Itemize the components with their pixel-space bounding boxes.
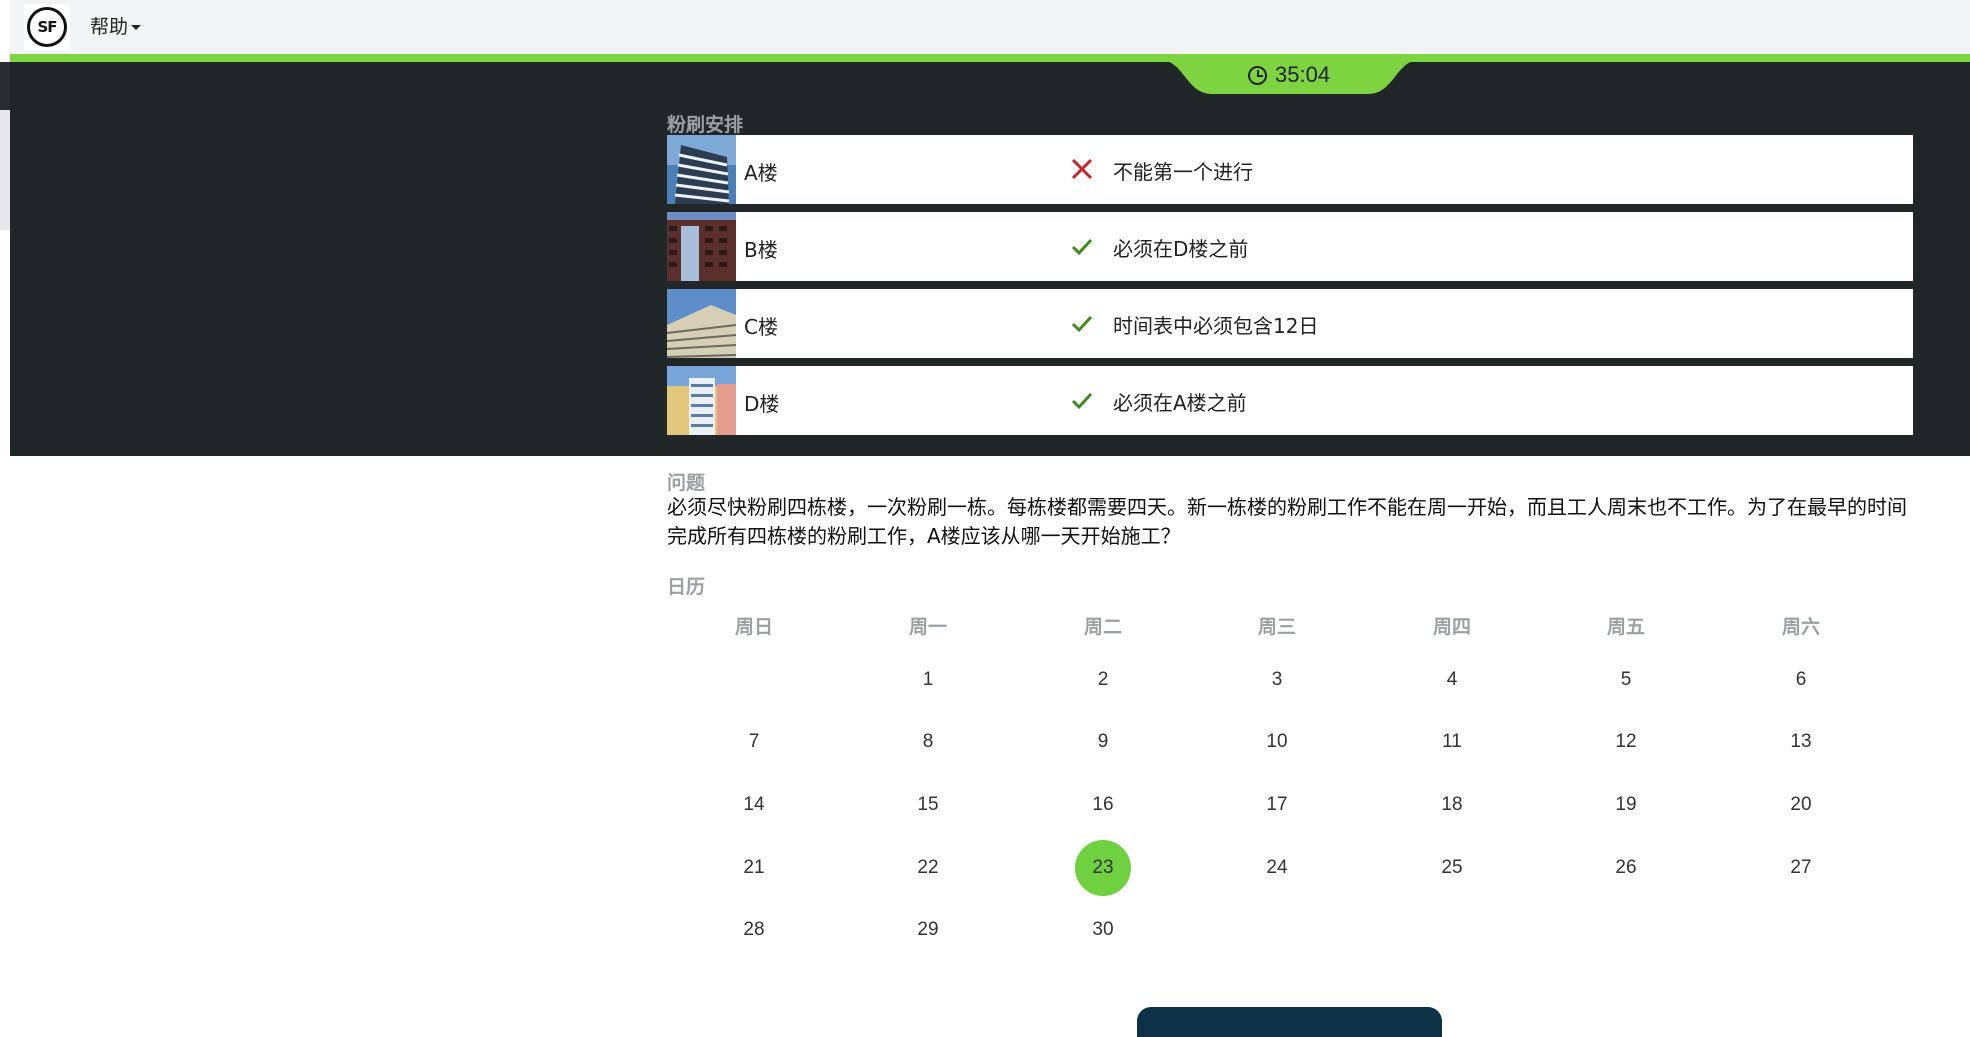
calendar-day[interactable]: 1 bbox=[900, 652, 956, 708]
building-name: B楼 bbox=[744, 238, 778, 262]
calendar-day[interactable]: 14 bbox=[726, 777, 782, 833]
submit-button[interactable] bbox=[1137, 1007, 1442, 1037]
accent-line bbox=[10, 54, 1970, 62]
calendar-day[interactable]: 7 bbox=[726, 714, 782, 770]
left-edge-dark bbox=[0, 62, 10, 110]
calendar-day[interactable]: 22 bbox=[900, 840, 956, 896]
calendar-day[interactable]: 2 bbox=[1075, 652, 1131, 708]
weekday-fri: 周五 bbox=[1606, 616, 1645, 638]
timer: 35:04 bbox=[1160, 60, 1420, 94]
help-menu[interactable]: 帮助 bbox=[90, 12, 142, 39]
sf-logo[interactable]: SF bbox=[24, 4, 70, 50]
building-name: C楼 bbox=[744, 315, 778, 339]
calendar-day[interactable]: 19 bbox=[1598, 777, 1654, 833]
left-edge bbox=[0, 0, 10, 1013]
calendar-day[interactable]: 27 bbox=[1773, 840, 1829, 896]
building-a-image bbox=[667, 135, 736, 204]
schedule-row-b: B楼 必须在D楼之前 bbox=[667, 212, 1913, 281]
calendar-day[interactable]: 29 bbox=[900, 902, 956, 958]
calendar-day[interactable]: 21 bbox=[726, 840, 782, 896]
weekday-mon: 周一 bbox=[908, 616, 947, 638]
building-condition: 不能第一个进行 bbox=[1113, 160, 1253, 184]
calendar-day[interactable]: 28 bbox=[726, 902, 782, 958]
calendar-day[interactable]: 13 bbox=[1773, 714, 1829, 770]
schedule-row-d: D楼 必须在A楼之前 bbox=[667, 366, 1913, 435]
building-d-image bbox=[667, 366, 736, 435]
question-title: 问题 bbox=[667, 472, 706, 494]
calendar-day[interactable]: 9 bbox=[1075, 714, 1131, 770]
building-condition: 必须在D楼之前 bbox=[1113, 237, 1249, 261]
caret-down-icon bbox=[131, 25, 142, 30]
timer-readout: 35:04 bbox=[1248, 62, 1330, 88]
building-name: D楼 bbox=[744, 392, 780, 416]
calendar-day[interactable]: 18 bbox=[1424, 777, 1480, 833]
check-icon bbox=[1071, 238, 1093, 256]
check-icon bbox=[1071, 392, 1093, 410]
calendar-day[interactable]: 10 bbox=[1249, 714, 1305, 770]
cross-icon bbox=[1071, 158, 1093, 180]
calendar-day[interactable]: 6 bbox=[1773, 652, 1829, 708]
weekday-thu: 周四 bbox=[1432, 616, 1471, 638]
calendar-day-selected[interactable]: 23 bbox=[1075, 840, 1131, 896]
timer-value: 35:04 bbox=[1275, 62, 1331, 87]
calendar-day[interactable]: 30 bbox=[1075, 902, 1131, 958]
schedule-row-a: A楼 不能第一个进行 bbox=[667, 135, 1913, 204]
building-condition: 必须在A楼之前 bbox=[1113, 391, 1247, 415]
weekday-sun: 周日 bbox=[734, 616, 773, 638]
calendar-day[interactable]: 4 bbox=[1424, 652, 1480, 708]
building-c-image bbox=[667, 289, 736, 358]
calendar-day[interactable]: 12 bbox=[1598, 714, 1654, 770]
top-bar: SF 帮助 bbox=[10, 0, 1970, 54]
calendar-day[interactable]: 20 bbox=[1773, 777, 1829, 833]
building-condition: 时间表中必须包含12日 bbox=[1113, 314, 1319, 338]
building-name: A楼 bbox=[744, 161, 778, 185]
calendar-day[interactable]: 5 bbox=[1598, 652, 1654, 708]
help-menu-label: 帮助 bbox=[90, 16, 129, 38]
check-icon bbox=[1071, 315, 1093, 333]
schedule-row-c: C楼 时间表中必须包含12日 bbox=[667, 289, 1913, 358]
calendar-day[interactable]: 16 bbox=[1075, 777, 1131, 833]
building-b-image bbox=[667, 212, 736, 281]
calendar-day[interactable]: 17 bbox=[1249, 777, 1305, 833]
clock-icon bbox=[1248, 65, 1267, 85]
weekday-sat: 周六 bbox=[1781, 616, 1820, 638]
left-edge-grey bbox=[0, 110, 10, 230]
calendar-day[interactable]: 24 bbox=[1249, 840, 1305, 896]
calendar-day[interactable]: 11 bbox=[1424, 714, 1480, 770]
calendar-day[interactable]: 15 bbox=[900, 777, 956, 833]
calendar-day[interactable]: 3 bbox=[1249, 652, 1305, 708]
calendar-title: 日历 bbox=[667, 576, 706, 598]
question-text: 必须尽快粉刷四栋楼，一次粉刷一栋。每栋楼都需要四天。新一栋楼的粉刷工作不能在周一… bbox=[667, 495, 1907, 548]
sf-logo-mark: SF bbox=[27, 7, 67, 47]
schedule-title: 粉刷安排 bbox=[667, 114, 744, 136]
weekday-wed: 周三 bbox=[1257, 616, 1296, 638]
calendar-day[interactable]: 8 bbox=[900, 714, 956, 770]
calendar-day[interactable]: 26 bbox=[1598, 840, 1654, 896]
calendar-day[interactable]: 25 bbox=[1424, 840, 1480, 896]
weekday-tue: 周二 bbox=[1083, 616, 1122, 638]
